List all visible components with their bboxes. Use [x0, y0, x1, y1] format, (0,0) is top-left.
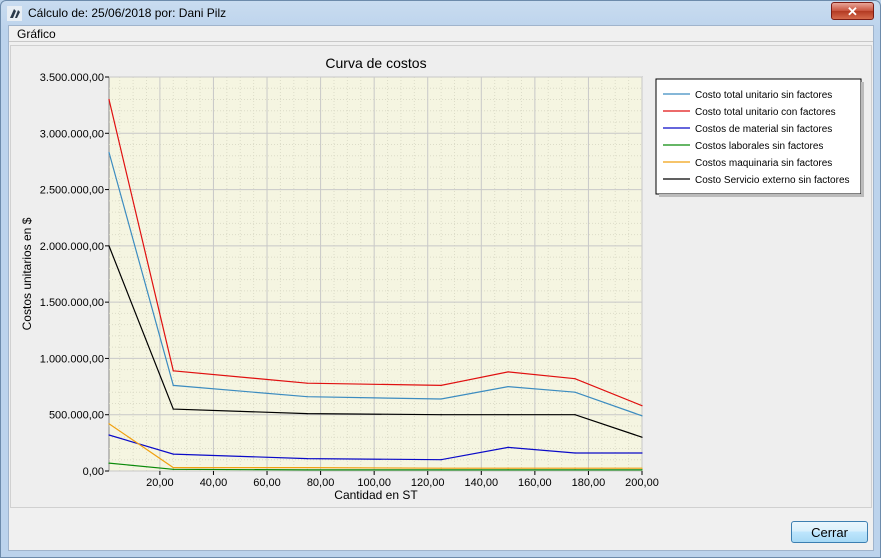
close-button[interactable]: ✕	[831, 2, 874, 20]
y-tick-label: 3.500.000,00	[40, 72, 104, 84]
client-area: Gráfico Curva de costos 0,00 500.000,00 1.…	[8, 25, 874, 551]
data-point	[507, 385, 509, 388]
legend-label: Costo total unitario sin factores	[695, 90, 832, 101]
data-point	[641, 452, 643, 454]
title-bar[interactable]: Cálculo de: 25/06/2018 por: Dani Pilz ✕	[1, 1, 880, 25]
data-point	[641, 415, 643, 417]
x-axis-label: Cantidad en ST	[334, 488, 418, 502]
legend-label: Costo Servicio externo sin factores	[695, 175, 850, 186]
y-tick-label: 2.500.000,00	[40, 185, 104, 197]
x-tick-label: 160,00	[518, 477, 552, 489]
x-tick-label: 140,00	[464, 477, 498, 489]
data-point	[440, 467, 442, 469]
data-point	[172, 384, 174, 387]
y-tick-label: 1.500.000,00	[40, 297, 104, 309]
x-tick-label: 80,00	[307, 477, 335, 489]
data-point	[306, 469, 308, 471]
data-point	[574, 414, 576, 416]
legend-label: Costos maquinaria sin factores	[695, 158, 832, 169]
x-axis-ticks: 20,00 40,00 60,00 80,00 100,00 120,00 140,00 16…	[146, 471, 659, 489]
data-point	[440, 384, 442, 387]
data-point	[574, 467, 576, 469]
y-tick-label: 0,00	[83, 466, 104, 478]
data-point	[172, 468, 174, 470]
x-tick-label: 200,00	[625, 477, 659, 489]
data-point	[507, 414, 509, 416]
data-point	[641, 467, 643, 469]
legend: Costo total unitario sin factores Costo t…	[655, 78, 864, 197]
data-point	[108, 151, 110, 154]
data-point	[108, 462, 110, 464]
y-axis-ticks: 0,00 500.000,00 1.000.000,00 1.500.000,00 2.…	[40, 72, 109, 478]
legend-label: Costos laborales sin factores	[695, 141, 823, 152]
x-tick-label: 180,00	[572, 477, 606, 489]
data-point	[306, 467, 308, 469]
data-point	[306, 382, 308, 384]
y-tick-label: 1.000.000,00	[40, 353, 104, 365]
plot-area	[108, 76, 643, 472]
data-point	[440, 469, 442, 471]
app-logo-icon	[7, 6, 22, 21]
data-point	[306, 458, 308, 460]
data-point	[172, 467, 174, 469]
y-axis-label: Costos unitarios en $	[20, 217, 34, 330]
chart-title: Curva de costos	[325, 55, 426, 71]
y-tick-label: 3.000.000,00	[40, 128, 104, 140]
chart-panel: Curva de costos 0,00 500.000,00 1.000.000,…	[10, 45, 872, 508]
data-point	[440, 398, 442, 400]
data-point	[172, 453, 174, 455]
data-point	[108, 423, 110, 425]
data-point	[306, 396, 308, 398]
data-point	[172, 408, 174, 410]
data-point	[574, 378, 576, 380]
data-point	[641, 436, 643, 438]
data-point	[574, 469, 576, 471]
data-point	[574, 391, 576, 393]
legend-label: Costos de material sin factores	[695, 124, 832, 135]
y-tick-label: 2.000.000,00	[40, 241, 104, 253]
data-point	[507, 371, 509, 373]
data-point	[440, 414, 442, 416]
data-point	[641, 469, 643, 471]
x-tick-label: 20,00	[146, 477, 174, 489]
data-point	[440, 459, 442, 461]
app-window: Cálculo de: 25/06/2018 por: Dani Pilz ✕ …	[0, 0, 881, 558]
legend-label: Costo total unitario con factores	[695, 107, 836, 118]
cerrar-button[interactable]: Cerrar	[791, 521, 868, 543]
data-point	[574, 452, 576, 454]
cost-curve-chart: Curva de costos 0,00 500.000,00 1.000.000,…	[20, 55, 864, 502]
data-point	[306, 412, 308, 415]
data-point	[507, 446, 509, 448]
data-point	[507, 469, 509, 471]
y-tick-label: 500.000,00	[49, 410, 104, 422]
data-point	[108, 98, 110, 101]
group-divider	[9, 41, 873, 42]
data-point	[108, 434, 110, 436]
data-point	[172, 370, 174, 372]
data-point	[641, 405, 643, 407]
x-tick-label: 40,00	[200, 477, 228, 489]
group-label: Gráfico	[17, 27, 56, 41]
x-tick-label: 60,00	[253, 477, 281, 489]
window-title: Cálculo de: 25/06/2018 por: Dani Pilz	[28, 6, 227, 20]
data-point	[507, 467, 509, 469]
